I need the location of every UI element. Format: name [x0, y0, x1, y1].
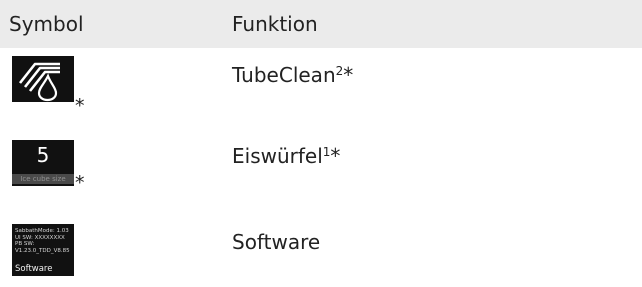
ice-cube-display-caption: Ice cube size [12, 174, 74, 184]
ice-cube-display-icon: 5 Ice cube size [12, 140, 74, 186]
ice-cube-display-value: 5 [36, 143, 50, 167]
table-row: SabbathMode: 1.03 UI SW: XXXXXXXX PB SW:… [0, 220, 642, 280]
footnote-star: * [330, 144, 341, 168]
function-label: Eiswürfel [232, 144, 323, 168]
table-row: * TubeClean2* [0, 56, 642, 117]
header-symbol: Symbol [9, 12, 84, 36]
footnote-star: * [343, 63, 354, 87]
function-name: Eiswürfel1* [232, 144, 340, 168]
tubeclean-drop-graphic [18, 62, 60, 102]
tubeclean-drop-icon [12, 56, 74, 102]
icon-footnote-marker: * [75, 172, 85, 194]
software-info-screen-icon: SabbathMode: 1.03 UI SW: XXXXXXXX PB SW:… [12, 224, 74, 276]
table-row: 5 Ice cube size * Eiswürfel1* [0, 138, 642, 196]
software-screen-line: SabbathMode: 1.03 [15, 228, 69, 234]
table-header: Symbol Funktion [0, 0, 642, 48]
software-screen-lines: SabbathMode: 1.03 UI SW: XXXXXXXX PB SW:… [15, 228, 70, 254]
header-function: Funktion [232, 12, 318, 36]
function-name: Software [232, 230, 320, 254]
function-label: TubeClean [232, 63, 336, 87]
function-label: Software [232, 230, 321, 254]
icon-footnote-marker: * [75, 95, 85, 117]
software-screen-title: Software [15, 264, 53, 274]
function-name: TubeClean2* [232, 63, 353, 87]
software-screen-line: V1.23.0_TDD_V8.85 [15, 247, 70, 254]
